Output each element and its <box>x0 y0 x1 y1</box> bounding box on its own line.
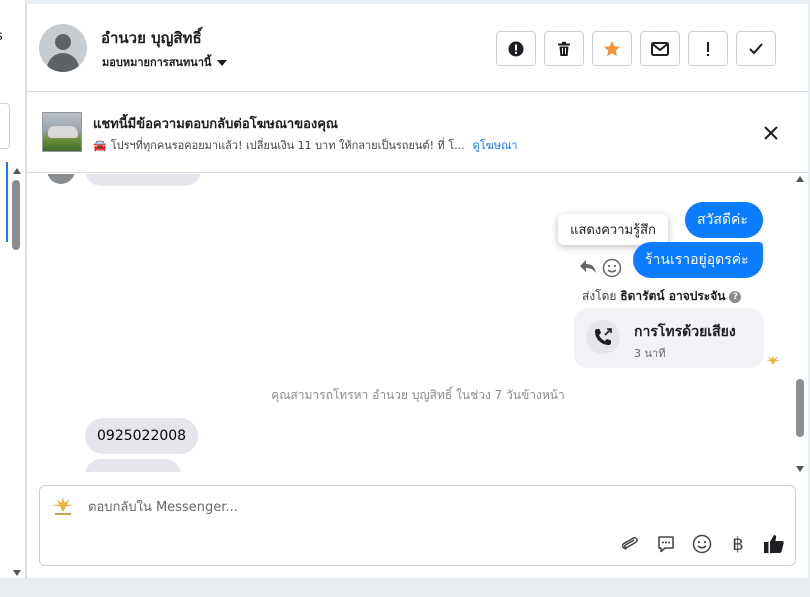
banner-subtitle: 🚘 โปรฯที่ทุกคนรอคอยมาแล้ว! เปลี่ยนเงิน 11… <box>93 136 517 154</box>
alert-circle-icon <box>508 41 524 56</box>
emoji-button[interactable] <box>690 532 714 556</box>
clipped-list-text: s <box>0 29 3 44</box>
list-scrollbar[interactable] <box>11 168 21 576</box>
star-icon <box>604 40 620 56</box>
smiley-icon <box>692 534 712 554</box>
sender-avatar <box>47 174 75 184</box>
trash-icon <box>558 41 570 56</box>
contact-name[interactable]: อำนวย บุญสิทธิ์ <box>101 26 202 50</box>
message-bubble-incoming[interactable]: 0925022008 <box>85 418 199 454</box>
voice-call-card[interactable]: การโทรด้วยเสียง 3 นาที <box>574 308 764 368</box>
envelope-icon <box>651 41 669 56</box>
ad-thumbnail[interactable] <box>42 112 82 152</box>
composer-tools: ฿ <box>618 532 786 556</box>
caret-down-icon <box>217 60 228 66</box>
car-icon: 🚘 <box>93 139 107 152</box>
delete-button[interactable] <box>544 31 584 66</box>
scroll-down-arrow-icon[interactable] <box>796 466 804 472</box>
mark-spam-button[interactable] <box>496 31 536 66</box>
like-button[interactable] <box>762 532 786 556</box>
scroll-up-arrow-icon[interactable] <box>796 176 804 182</box>
call-notice: คุณสามารถโทรหา อำนวย บุญสิทธิ์ ในช่วง 7 … <box>271 388 565 402</box>
call-title: การโทรด้วยเสียง <box>634 324 736 340</box>
message-thread: สวัสดีค่ะ แสดงความรู้สึก ร้านเราอยู่อุดร… <box>27 174 809 472</box>
reply-composer: ฿ <box>39 485 796 566</box>
reply-input[interactable] <box>88 500 608 515</box>
sender-name: ธิดารัตน์ อาจประจัน <box>620 289 726 303</box>
react-smiley-icon[interactable] <box>602 258 622 282</box>
message-bubble-clipped <box>85 174 201 186</box>
ad-reply-banner: แชทนี้มีข้อความตอบกลับต่อโฆษณาของคุณ 🚘 โป… <box>27 93 809 173</box>
attach-button[interactable] <box>618 532 642 556</box>
ad-text: โปรฯที่ทุกคนรอคอยมาแล้ว! เปลี่ยนเงิน 11 … <box>110 139 465 152</box>
header-actions <box>496 31 776 66</box>
conversation-panel: อำนวย บุญสิทธิ์ มอบหมายการสนทนานี้ แชทนี… <box>26 4 809 578</box>
view-ad-link[interactable]: ดูโฆษณา <box>473 139 518 152</box>
close-banner-button[interactable] <box>761 123 781 143</box>
scrollbar-thumb[interactable] <box>12 180 20 250</box>
thumbs-up-icon <box>764 535 784 553</box>
outgoing-call-icon <box>586 320 620 354</box>
message-bubble-outgoing[interactable]: ร้านเราอยู่อุดรค่ะ <box>633 242 763 278</box>
conversation-header: อำนวย บุญสิทธิ์ มอบหมายการสนทนานี้ <box>27 4 809 92</box>
assign-conversation-dropdown[interactable]: มอบหมายการสนทนานี้ <box>102 53 228 71</box>
react-tooltip: แสดงความรู้สึก <box>558 214 668 245</box>
selected-indicator <box>6 162 8 242</box>
assign-label: มอบหมายการสนทนานี้ <box>102 56 212 69</box>
scroll-down-arrow-icon[interactable] <box>13 570 21 576</box>
scrollbar-thumb[interactable] <box>796 379 804 437</box>
message-bubble-outgoing[interactable]: สวัสดีค่ะ <box>685 202 763 238</box>
exclamation-icon <box>707 41 709 56</box>
close-icon <box>764 126 778 140</box>
sent-by-label: ส่งโดย ธิดารัตน์ อาจประจัน? <box>582 287 742 306</box>
star-button[interactable] <box>592 31 632 66</box>
sent-by-prefix: ส่งโดย <box>582 289 617 303</box>
scroll-up-arrow-icon[interactable] <box>13 168 21 174</box>
reply-icon[interactable] <box>579 258 597 278</box>
thread-scrollbar[interactable] <box>795 176 805 472</box>
avatar[interactable] <box>39 24 87 72</box>
saved-replies-button[interactable] <box>654 532 678 556</box>
check-icon <box>749 42 763 54</box>
mark-done-button[interactable] <box>736 31 776 66</box>
call-duration: 3 นาที <box>634 347 666 360</box>
follow-up-button[interactable] <box>688 31 728 66</box>
payment-button[interactable]: ฿ <box>726 532 750 556</box>
conversation-list-pane: s <box>0 0 26 578</box>
mark-unread-button[interactable] <box>640 31 680 66</box>
help-icon[interactable]: ? <box>729 290 742 303</box>
message-bubble-clipped <box>85 459 181 472</box>
banner-title: แชทนี้มีข้อความตอบกลับต่อโฆษณาของคุณ <box>93 117 338 132</box>
chat-bubble-icon <box>658 536 674 553</box>
list-item-box[interactable] <box>0 103 10 149</box>
page-logo-icon <box>50 495 76 517</box>
paperclip-icon <box>621 536 638 550</box>
page-logo-icon <box>765 351 781 365</box>
